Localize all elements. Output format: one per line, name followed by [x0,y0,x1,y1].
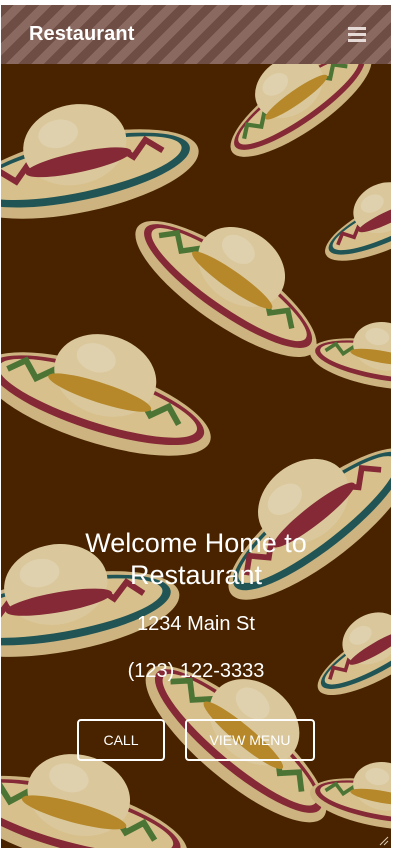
top-navbar: Restaurant [1,5,391,64]
hero-title: Welcome Home to Restaurant [85,528,307,590]
restaurant-phone[interactable]: (123) 122-3333 [1,660,391,683]
resize-grip-icon[interactable] [377,834,389,846]
call-button[interactable]: CALL [77,719,165,761]
hamburger-menu-icon [348,27,366,42]
menu-button[interactable] [346,23,368,45]
view-menu-button[interactable]: VIEW MENU [185,719,315,761]
hero-section: Welcome Home to Restaurant 1234 Main St … [1,64,391,848]
brand-logo-text[interactable]: Restaurant [29,23,134,46]
restaurant-address: 1234 Main St [137,613,255,635]
app-frame: Restaurant Welcome Home to Restaurant 12… [1,5,391,848]
